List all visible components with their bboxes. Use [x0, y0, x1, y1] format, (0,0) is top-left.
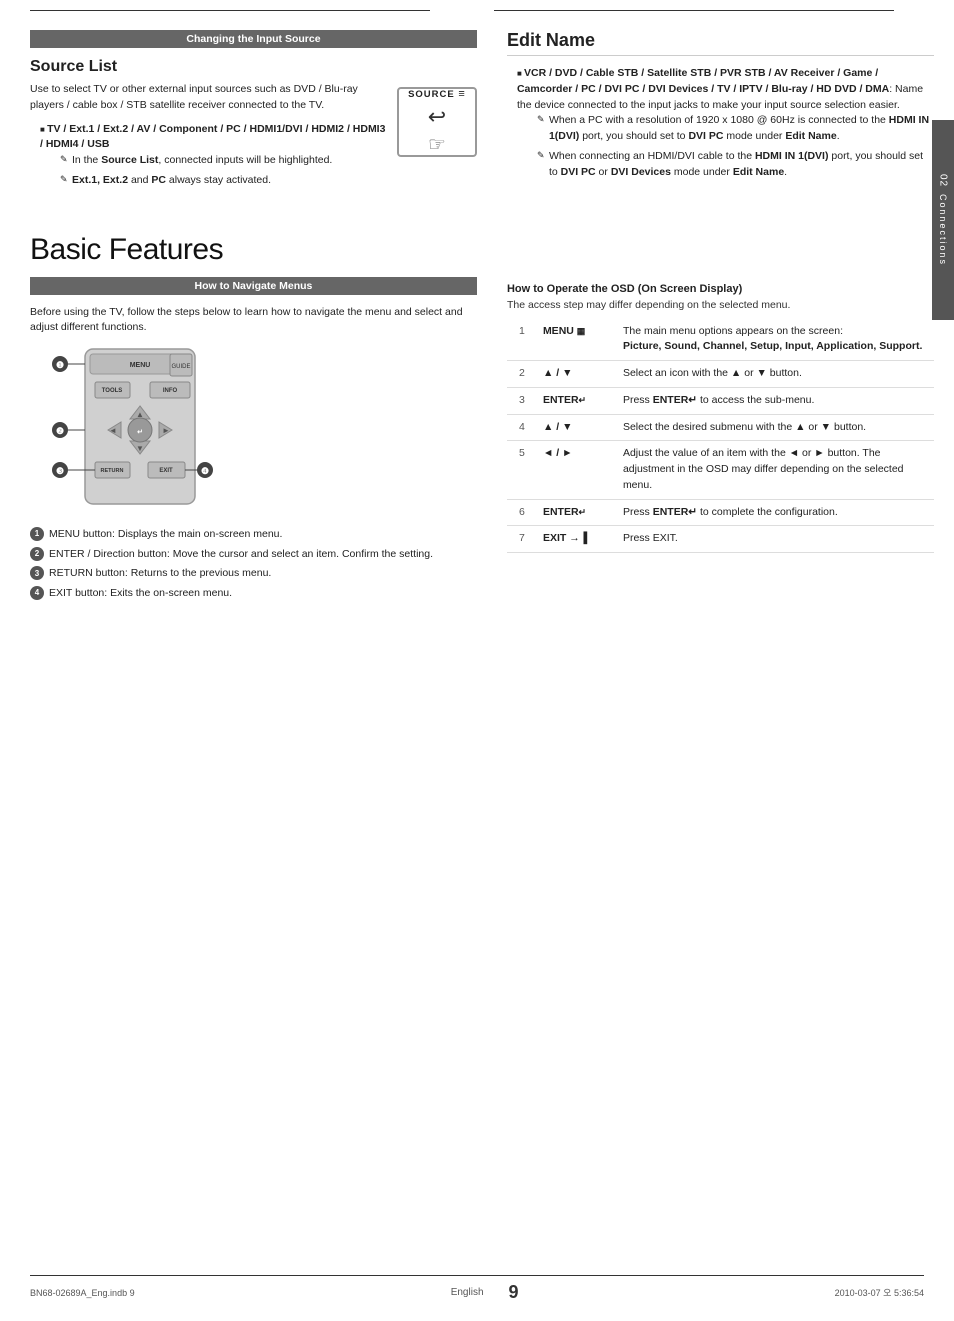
chapter-tab: 02 Connections [932, 120, 954, 320]
osd-row-6: 6 ENTER↵ Press ENTER↵ to complete the co… [507, 499, 934, 526]
svg-text:INFO: INFO [163, 388, 178, 394]
osd-key-5: ◄ / ► [537, 441, 617, 499]
source-bullet-main: TV / Ext.1 / Ext.2 / AV / Component / PC… [40, 122, 387, 189]
chapter-number: 02 [938, 174, 949, 187]
edit-name-title: Edit Name [507, 30, 934, 56]
osd-num-2: 2 [507, 361, 537, 388]
osd-num-4: 4 [507, 414, 537, 441]
navigate-intro: Before using the TV, follow the steps be… [30, 305, 477, 337]
num-4: 4 [30, 586, 44, 600]
svg-text:RETURN: RETURN [101, 468, 124, 474]
svg-text:MENU: MENU [130, 362, 151, 369]
right-column-top: Edit Name VCR / DVD / Cable STB / Satell… [497, 30, 934, 203]
exit-btn-label: EXIT button: Exits the on-screen menu. [49, 586, 232, 601]
remote-diagram: MENU TOOLS INFO GUIDE ▲ [30, 344, 220, 519]
edit-name-bullet: VCR / DVD / Cable STB / Satellite STB / … [517, 66, 934, 180]
page-footer: BN68-02689A_Eng.indb 9 English 9 2010-03… [30, 1275, 924, 1303]
svg-text:❹: ❹ [201, 466, 209, 476]
basic-features-layout: How to Navigate Menus Before using the T… [30, 277, 934, 606]
enter-btn-label: ENTER / Direction button: Move the curso… [49, 547, 433, 562]
osd-subtitle: The access step may differ depending on … [507, 299, 934, 311]
source-hand: ☞ [428, 132, 446, 157]
osd-row-4: 4 ▲ / ▼ Select the desired submenu with … [507, 414, 934, 441]
osd-key-3: ENTER↵ [537, 387, 617, 414]
navigate-menus-col: How to Navigate Menus Before using the T… [30, 277, 497, 606]
basic-features-title: Basic Features [30, 233, 934, 267]
svg-text:◄: ◄ [109, 426, 117, 435]
diagram-labels: 1 MENU button: Displays the main on-scre… [30, 527, 477, 601]
osd-row-3: 3 ENTER↵ Press ENTER↵ to access the sub-… [507, 387, 934, 414]
left-column-top: Changing the Input Source Source List Us… [30, 30, 497, 203]
label-exit: 4 EXIT button: Exits the on-screen menu. [30, 586, 477, 601]
svg-text:❶: ❶ [56, 360, 64, 370]
svg-text:❷: ❷ [56, 426, 64, 436]
osd-num-3: 3 [507, 387, 537, 414]
osd-key-2: ▲ / ▼ [537, 361, 617, 388]
source-list-body: Use to select TV or other external input… [30, 82, 477, 195]
svg-text:TOOLS: TOOLS [102, 388, 123, 394]
osd-row-7: 7 EXIT →▐ Press EXIT. [507, 526, 934, 553]
svg-text:▼: ▼ [136, 444, 144, 453]
osd-num-6: 6 [507, 499, 537, 526]
source-sub2: Ext.1, Ext.2 and PC always stay activate… [60, 173, 387, 189]
num-3: 3 [30, 566, 44, 580]
osd-row-1: 1 MENU ▦ The main menu options appears o… [507, 319, 934, 361]
label-enter: 2 ENTER / Direction button: Move the cur… [30, 547, 477, 562]
chapter-name: Connections [938, 194, 948, 266]
footer-date: 2010-03-07 오 5:36:54 [835, 1286, 924, 1299]
source-sub1: In the Source List, connected inputs wil… [60, 153, 387, 169]
osd-desc-2: Select an icon with the ▲ or ▼ button. [617, 361, 934, 388]
basic-features-section: Basic Features How to Navigate Menus Bef… [30, 233, 934, 606]
label-menu: 1 MENU button: Displays the main on-scre… [30, 527, 477, 542]
footer-filename: BN68-02689A_Eng.indb 9 [30, 1288, 135, 1298]
edit-name-sub1: When a PC with a resolution of 1920 x 10… [537, 113, 934, 145]
osd-key-6: ENTER↵ [537, 499, 617, 526]
navigate-header: How to Navigate Menus [30, 277, 477, 295]
svg-text:►: ► [162, 426, 170, 435]
svg-text:❸: ❸ [56, 466, 64, 476]
osd-desc-7: Press EXIT. [617, 526, 934, 553]
osd-desc-1: The main menu options appears on the scr… [617, 319, 934, 361]
menu-btn-label: MENU button: Displays the main on-screen… [49, 527, 282, 542]
source-list-description: Use to select TV or other external input… [30, 82, 387, 195]
input-source-header: Changing the Input Source [30, 30, 477, 48]
osd-title: How to Operate the OSD (On Screen Displa… [507, 283, 934, 295]
osd-desc-6: Press ENTER↵ to complete the configurati… [617, 499, 934, 526]
svg-text:GUIDE: GUIDE [171, 364, 190, 370]
osd-key-4: ▲ / ▼ [537, 414, 617, 441]
remote-svg: MENU TOOLS INFO GUIDE ▲ [30, 344, 220, 519]
osd-col: How to Operate the OSD (On Screen Displa… [497, 277, 934, 606]
svg-text:↵: ↵ [137, 429, 143, 436]
osd-num-5: 5 [507, 441, 537, 499]
osd-num-1: 1 [507, 319, 537, 361]
osd-desc-4: Select the desired submenu with the ▲ or… [617, 414, 934, 441]
osd-key-1: MENU ▦ [537, 319, 617, 361]
footer-language: English [451, 1287, 484, 1298]
osd-key-7: EXIT →▐ [537, 526, 617, 553]
top-section: Changing the Input Source Source List Us… [30, 30, 934, 203]
osd-row-5: 5 ◄ / ► Adjust the value of an item with… [507, 441, 934, 499]
svg-text:EXIT: EXIT [159, 468, 173, 474]
top-border-right [494, 10, 894, 11]
source-label: SOURCE ≡ [408, 88, 466, 100]
label-return: 3 RETURN button: Returns to the previous… [30, 566, 477, 581]
source-symbol: ↩ [428, 104, 446, 130]
osd-desc-5: Adjust the value of an item with the ◄ o… [617, 441, 934, 499]
page-number: 9 [509, 1282, 519, 1303]
osd-row-2: 2 ▲ / ▼ Select an icon with the ▲ or ▼ b… [507, 361, 934, 388]
source-list-title: Source List [30, 58, 477, 76]
source-icon-box: SOURCE ≡ ↩ ☞ [397, 87, 477, 157]
osd-num-7: 7 [507, 526, 537, 553]
num-2: 2 [30, 547, 44, 561]
num-1: 1 [30, 527, 44, 541]
osd-table: 1 MENU ▦ The main menu options appears o… [507, 319, 934, 554]
edit-name-sub2: When connecting an HDMI/DVI cable to the… [537, 149, 934, 181]
return-btn-label: RETURN button: Returns to the previous m… [49, 566, 271, 581]
osd-desc-3: Press ENTER↵ to access the sub-menu. [617, 387, 934, 414]
page-wrapper: 02 Connections Changing the Input Source… [0, 0, 954, 1321]
top-border-left [30, 10, 430, 11]
